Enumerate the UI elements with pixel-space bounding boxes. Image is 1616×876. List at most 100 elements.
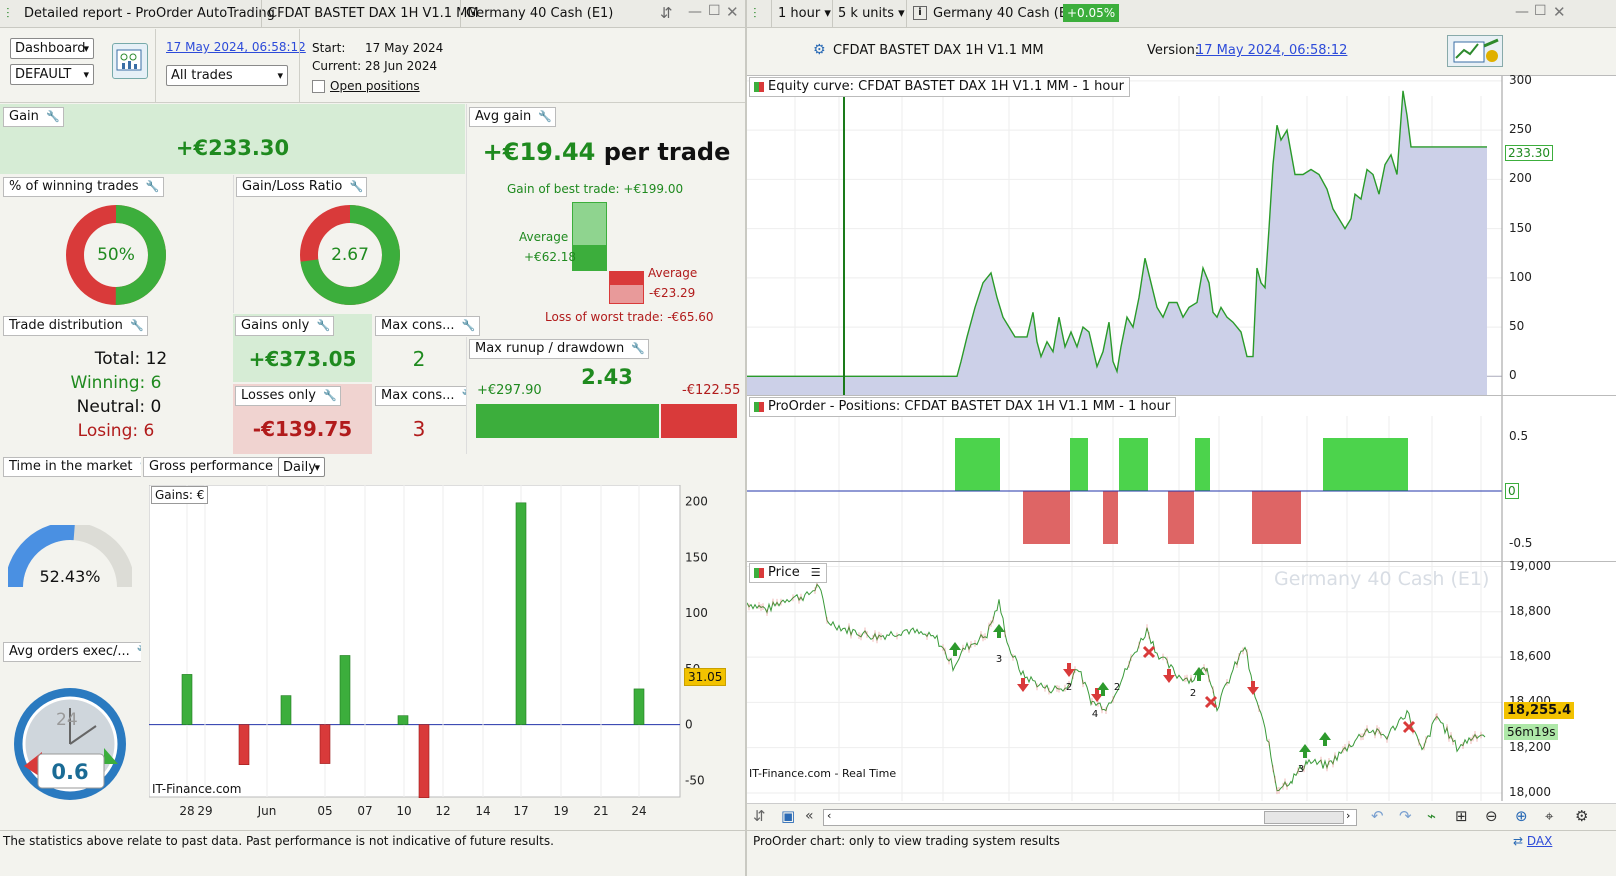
- winning-pct-label: % of winning trades 🔧: [3, 177, 164, 197]
- instrument-tab[interactable]: Germany 40 Cash (E1): [466, 0, 613, 28]
- info-icon[interactable]: i: [913, 6, 927, 20]
- settings-icon[interactable]: ⚙: [1575, 807, 1588, 825]
- equity-title: Equity curve: CFDAT BASTET DAX 1H V1.1 M…: [749, 77, 1130, 97]
- positions-panel: ProOrder - Positions: CFDAT BASTET DAX 1…: [747, 395, 1616, 562]
- left-titlebar: ⫶ Detailed report - ProOrder AutoTrading…: [0, 0, 745, 28]
- screenshot-icon[interactable]: ▣: [781, 807, 795, 825]
- report-settings-icon[interactable]: [112, 43, 148, 79]
- report-header: Dashboard DEFAULT 17 May 2024, 06:58:12 …: [0, 29, 745, 103]
- scrollbar-thumb[interactable]: [1264, 811, 1344, 824]
- view-select[interactable]: Dashboard: [10, 38, 94, 59]
- open-positions-label[interactable]: Open positions: [330, 79, 420, 93]
- price-y-tick: 18,000: [1509, 784, 1551, 799]
- worst-trade: Loss of worst trade: -€65.60: [545, 310, 714, 324]
- x-tick-label: 14: [475, 804, 490, 818]
- preset-select[interactable]: DEFAULT: [10, 64, 94, 85]
- share-icon[interactable]: ⇵: [660, 4, 673, 22]
- exchange-tag[interactable]: ⇄ DAX: [1513, 834, 1552, 848]
- x-tick-label: 28: [179, 804, 194, 818]
- zoom-in-icon[interactable]: ⊕: [1515, 807, 1528, 825]
- gain-loss-label: Gain/Loss Ratio 🔧: [236, 177, 368, 197]
- open-positions-checkbox[interactable]: [312, 80, 325, 93]
- bar: [339, 655, 351, 725]
- drawdown-bar: [661, 404, 737, 438]
- candle-timer: 56m19s: [1504, 724, 1559, 740]
- zoom-out-icon[interactable]: ⊖: [1485, 807, 1498, 825]
- position-bar: [1168, 491, 1194, 544]
- best-trade: Gain of best trade: +€199.00: [507, 182, 684, 196]
- avg-loss-label: Average: [648, 266, 698, 280]
- period-select[interactable]: Daily: [278, 457, 325, 477]
- equity-panel: Equity curve: CFDAT BASTET DAX 1H V1.1 M…: [747, 73, 1616, 396]
- share-chart-icon[interactable]: ⇵: [753, 807, 766, 825]
- redo-icon[interactable]: ↷: [1399, 807, 1412, 825]
- backtest-chart-icon[interactable]: [1447, 35, 1503, 67]
- x-tick-label: 12: [435, 804, 450, 818]
- report-date-link[interactable]: 17 May 2024, 06:58:12: [166, 40, 306, 54]
- start-value: 17 May 2024: [365, 41, 444, 55]
- x-tick-label: 19: [553, 804, 568, 818]
- close-icon[interactable]: ✕: [726, 3, 739, 21]
- price-current: 18,255.4: [1504, 702, 1575, 719]
- order-count-label: 3: [1298, 764, 1304, 775]
- crosshair-icon[interactable]: ⌖: [1545, 807, 1553, 825]
- equity-current: 233.30: [1505, 145, 1553, 161]
- minimize-icon[interactable]: —: [688, 4, 702, 20]
- order-count-label: 3: [996, 654, 1002, 665]
- scroll-start-icon[interactable]: «: [805, 808, 814, 824]
- order-count-label: 2: [1114, 682, 1120, 693]
- bar: [515, 502, 527, 725]
- position-bar: [955, 438, 1000, 491]
- current-label: Current:: [312, 59, 362, 73]
- units-select[interactable]: 5 k units ▾: [838, 0, 905, 28]
- price-y-tick: 18,600: [1509, 649, 1551, 664]
- chart-scrollbar[interactable]: ‹ ›: [823, 809, 1357, 826]
- wrench-icon[interactable]: 🔧: [129, 318, 145, 334]
- wrench-icon[interactable]: 🔧: [315, 318, 331, 334]
- avg-orders-label: Avg orders exec/...🔧: [3, 642, 155, 662]
- position-bar: [1119, 438, 1148, 491]
- zoom-fit-icon[interactable]: ⊞: [1455, 807, 1468, 825]
- y-tick-label: -50: [685, 773, 705, 787]
- time-market-label: Time in the market🔧: [3, 457, 158, 477]
- version-link[interactable]: 17 May 2024, 06:58:12: [1196, 43, 1347, 58]
- losses-only-label: Losses only 🔧: [235, 386, 341, 406]
- y-tick-label: 150: [685, 550, 708, 564]
- gains-only-panel: Gains only 🔧 +€373.05: [233, 314, 372, 382]
- winning-pct-value: 50%: [97, 245, 135, 265]
- report-title-tab[interactable]: Detailed report - ProOrder AutoTrading: [24, 0, 275, 28]
- gain-panel: Gain 🔧 +€233.30: [0, 104, 465, 174]
- losses-only-value: -€139.75: [252, 417, 353, 441]
- wrench-icon[interactable]: 🔧: [322, 388, 338, 404]
- bar: [418, 724, 430, 798]
- scroll-right-icon[interactable]: ›: [1346, 809, 1350, 822]
- avg-gain-value: +€19.44 per trade: [482, 138, 731, 166]
- wrench-icon[interactable]: 🔧: [537, 109, 553, 125]
- chart-maximize-icon[interactable]: ☐: [1534, 3, 1547, 19]
- positions-chart: [747, 396, 1503, 562]
- system-tab[interactable]: CFDAT BASTET DAX 1H V1.1 MM: [268, 0, 479, 28]
- chart-close-icon[interactable]: ✕: [1553, 3, 1566, 21]
- wrench-icon[interactable]: 🔧: [348, 179, 364, 195]
- equity-y-axis: 300 250 200 150 100 50 0: [1507, 73, 1567, 396]
- chart-minimize-icon[interactable]: —: [1515, 4, 1529, 20]
- avg-orders-value: 0.6: [51, 760, 89, 784]
- runup-label: Max runup / drawdown 🔧: [469, 339, 650, 359]
- avg-win-value: +€62.18: [524, 250, 577, 264]
- position-bar: [1023, 491, 1070, 544]
- bar: [319, 724, 331, 764]
- position-bar: [1252, 491, 1301, 544]
- undo-icon[interactable]: ↶: [1371, 807, 1384, 825]
- wrench-icon[interactable]: 🔧: [461, 318, 477, 334]
- wrench-icon[interactable]: 🔧: [630, 341, 646, 357]
- scroll-left-icon[interactable]: ‹: [827, 809, 831, 822]
- timeframe-select[interactable]: 1 hour ▾: [778, 0, 831, 28]
- list-icon[interactable]: ☰: [808, 565, 824, 581]
- equity-y-tick: 50: [1509, 319, 1525, 334]
- maximize-icon[interactable]: ☐: [708, 3, 721, 19]
- trades-select[interactable]: All trades: [166, 65, 288, 86]
- indicator-icon[interactable]: ⌁: [1427, 807, 1436, 825]
- wrench-icon[interactable]: 🔧: [45, 109, 61, 125]
- wrench-icon[interactable]: 🔧: [145, 179, 161, 195]
- system-name: CFDAT BASTET DAX 1H V1.1 MM: [833, 43, 1044, 58]
